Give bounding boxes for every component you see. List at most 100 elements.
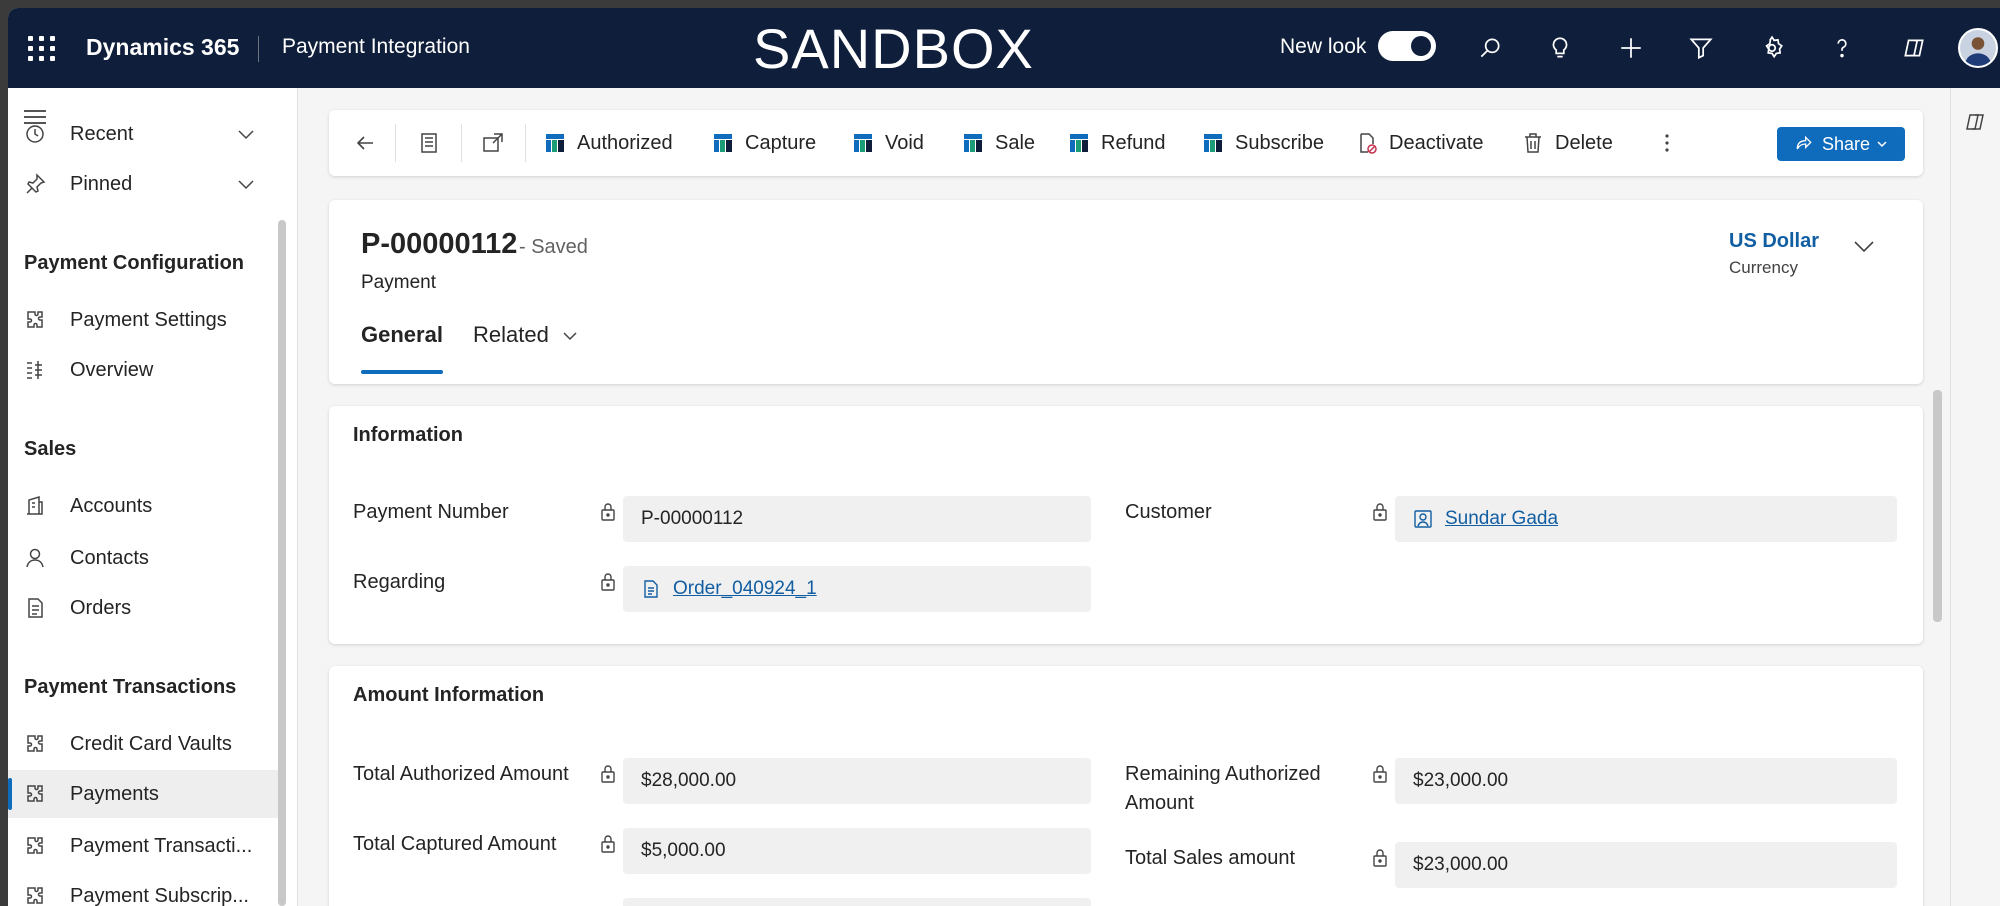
copilot-icon[interactable] (1963, 110, 1987, 134)
nav-item-label: Payments (70, 782, 159, 805)
chevron-down-icon[interactable] (1851, 234, 1877, 258)
sale-button[interactable]: Sale (961, 110, 1035, 176)
top-bar: Dynamics 365 Payment Integration SANDBOX… (8, 8, 2000, 88)
nav-item-label: Payment Subscrip... (70, 884, 249, 906)
more-vertical-icon (1665, 134, 1669, 152)
subscribe-button[interactable]: Subscribe (1201, 110, 1324, 176)
currency-value[interactable]: US Dollar (1729, 230, 1819, 253)
nav-item-label: Accounts (70, 494, 153, 517)
section-title: Amount Information (353, 684, 545, 706)
lock-icon (601, 503, 615, 521)
chevron-down-icon[interactable] (236, 124, 256, 144)
app-name[interactable]: Dynamics 365 (86, 34, 239, 61)
search-icon[interactable] (1472, 30, 1508, 66)
customer-link[interactable]: Sundar Gada (1445, 508, 1558, 530)
delete-button[interactable]: Delete (1521, 110, 1613, 176)
tab-related[interactable]: Related (473, 322, 579, 348)
nav-accounts[interactable]: Accounts (8, 482, 278, 530)
open-new-window-button[interactable] (481, 110, 515, 176)
new-look-label: New look (1280, 35, 1367, 58)
document-icon (22, 595, 48, 621)
currency-label: Currency (1729, 258, 1798, 277)
flow-icon (1070, 134, 1088, 152)
share-button[interactable]: Share (1777, 127, 1905, 161)
right-rail (1950, 88, 2000, 906)
nav-orders[interactable]: Orders (8, 584, 278, 632)
back-button[interactable] (353, 110, 387, 176)
lock-icon (1373, 849, 1387, 867)
amount-information-section: Amount Information Total Authorized Amou… (329, 666, 1923, 906)
nav-pinned-label: Pinned (70, 172, 133, 195)
total-authorized-amount-field[interactable]: $28,000.00 (623, 758, 1091, 804)
refund-button[interactable]: Refund (1067, 110, 1166, 176)
nav-payments[interactable]: Payments (8, 770, 278, 818)
trash-icon (1525, 133, 1541, 153)
puzzle-icon (22, 781, 48, 807)
app-launcher-icon[interactable] (26, 32, 58, 64)
flow-icon (964, 134, 982, 152)
nav-group-title: Payment Configuration (24, 252, 245, 274)
next-field-partial[interactable] (623, 898, 1091, 906)
information-section: Information Payment Number P-00000112 Cu… (329, 406, 1923, 644)
puzzle-icon (22, 731, 48, 757)
puzzle-icon (22, 307, 48, 333)
chevron-down-icon[interactable] (236, 174, 256, 194)
nav-overview[interactable]: Overview (8, 346, 278, 394)
nav-credit-card-vaults[interactable]: Credit Card Vaults (8, 720, 278, 768)
left-navigation: Recent Pinned Payment Configuration Paym… (8, 88, 298, 906)
environment-banner: SANDBOX (753, 17, 1034, 80)
tab-general[interactable]: General (361, 322, 443, 348)
topbar-divider (258, 36, 259, 62)
void-button[interactable]: Void (851, 110, 924, 176)
avatar[interactable] (1958, 28, 1998, 68)
nav-group-title: Payment Transactions (24, 676, 237, 698)
form-view-button[interactable] (417, 110, 451, 176)
nav-scrollbar[interactable] (278, 220, 286, 906)
record-title: P-00000112 (361, 228, 518, 260)
clock-icon (22, 121, 48, 147)
copilot-icon[interactable] (1896, 30, 1932, 66)
remaining-authorized-amount-field[interactable]: $23,000.00 (1395, 758, 1897, 804)
nav-payment-settings[interactable]: Payment Settings (8, 296, 278, 344)
new-look-toggle[interactable] (1378, 31, 1436, 61)
nav-item-label: Contacts (70, 546, 149, 569)
more-commands-button[interactable] (1655, 110, 1689, 176)
module-name[interactable]: Payment Integration (282, 35, 470, 59)
nav-item-label: Orders (70, 596, 132, 619)
deactivate-button[interactable]: Deactivate (1355, 110, 1484, 176)
tab-selected-indicator (361, 370, 443, 374)
back-arrow-icon (356, 136, 373, 150)
plus-icon[interactable] (1613, 30, 1649, 66)
filter-icon[interactable] (1683, 30, 1719, 66)
record-header: P-00000112 - Saved Payment US Dollar Cur… (329, 200, 1923, 384)
nav-recent-label: Recent (70, 122, 134, 145)
lock-icon (1373, 765, 1387, 783)
main-scrollbar[interactable] (1933, 390, 1942, 622)
overview-icon (22, 357, 48, 383)
entity-name: Payment (361, 272, 436, 293)
lightbulb-icon[interactable] (1542, 30, 1578, 66)
settings-icon[interactable] (1754, 30, 1790, 66)
total-sales-amount-label: Total Sales amount (1125, 847, 1296, 869)
nav-payment-transactions[interactable]: Payment Transacti... (8, 822, 278, 870)
nav-contacts[interactable]: Contacts (8, 534, 278, 582)
chevron-down-icon (1877, 141, 1887, 148)
form-icon (421, 133, 437, 153)
deactivate-icon (1360, 133, 1377, 154)
payment-number-field[interactable]: P-00000112 (623, 496, 1091, 542)
help-icon[interactable] (1824, 30, 1860, 66)
flow-icon (854, 134, 872, 152)
regarding-field[interactable]: Order_040924_1 (623, 566, 1091, 612)
total-captured-amount-field[interactable]: $5,000.00 (623, 828, 1091, 874)
capture-button[interactable]: Capture (711, 110, 816, 176)
total-sales-amount-field[interactable]: $23,000.00 (1395, 842, 1897, 888)
nav-item-label: Payment Settings (70, 308, 227, 331)
command-bar: Authorized Capture Void Sale Refund Subs… (329, 110, 1923, 176)
nav-payment-subscriptions[interactable]: Payment Subscrip... (8, 872, 278, 906)
regarding-link[interactable]: Order_040924_1 (673, 578, 817, 600)
nav-recent[interactable]: Recent (8, 110, 278, 158)
nav-pinned[interactable]: Pinned (8, 160, 278, 208)
customer-label: Customer (1125, 501, 1212, 523)
customer-field[interactable]: Sundar Gada (1395, 496, 1897, 542)
authorized-button[interactable]: Authorized (543, 110, 673, 176)
